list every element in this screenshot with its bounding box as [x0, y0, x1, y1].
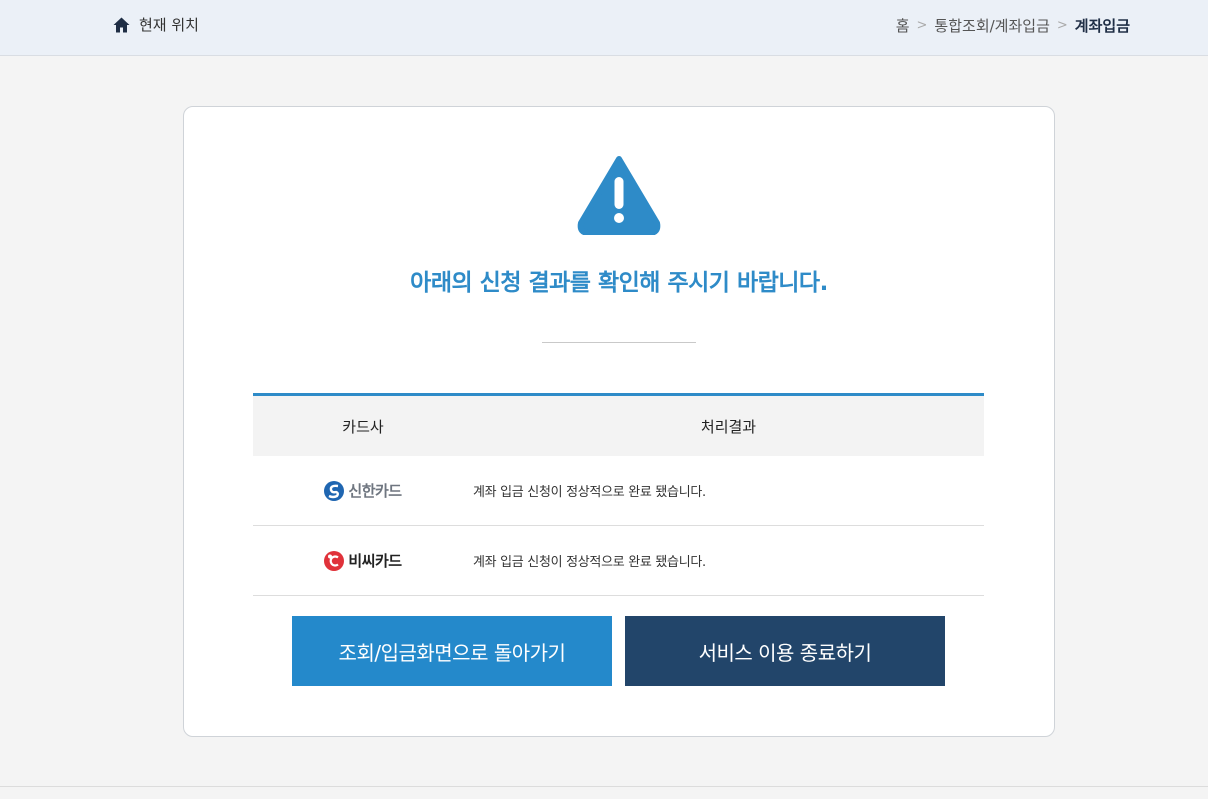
- footer-divider: [0, 786, 1208, 787]
- card-company-cell: 신한카드: [253, 480, 473, 501]
- shinhan-logo-icon: [324, 480, 345, 501]
- bc-card-logo: 비씨카드: [324, 550, 402, 571]
- column-header-card-company: 카드사: [342, 417, 384, 436]
- location-bar: 현재 위치 홈 > 통합조회/계좌입금 > 계좌입금: [0, 0, 1208, 56]
- bc-logo-icon: [324, 550, 345, 571]
- exit-service-button[interactable]: 서비스 이용 종료하기: [625, 616, 945, 686]
- divider: [542, 342, 696, 343]
- breadcrumb-home[interactable]: 홈: [896, 15, 910, 36]
- card-company-cell: 비씨카드: [253, 550, 473, 571]
- card-company-name: 신한카드: [348, 482, 402, 500]
- table-header: 카드사 처리결과: [253, 396, 984, 456]
- result-message: 아래의 신청 결과를 확인해 주시기 바랍니다.: [410, 270, 828, 296]
- breadcrumb-separator: >: [916, 18, 928, 33]
- breadcrumb-current: 계좌입금: [1074, 17, 1130, 35]
- current-location-label: 현재 위치: [139, 16, 199, 34]
- home-icon: [113, 17, 130, 32]
- breadcrumb-separator: >: [1056, 18, 1068, 33]
- warning-triangle-icon: [577, 155, 661, 235]
- result-cell: 계좌 입금 신청이 정상적으로 완료 됐습니다.: [473, 555, 706, 570]
- table-row: 신한카드 계좌 입금 신청이 정상적으로 완료 됐습니다.: [253, 456, 984, 526]
- result-table: 카드사 처리결과 신한카드 계좌 입금 신청이 정상적으로 완료 됐습니다. 비…: [253, 393, 984, 596]
- card-company-name: 비씨카드: [348, 552, 402, 570]
- column-header-result: 처리결과: [700, 417, 757, 436]
- shinhan-card-logo: 신한카드: [324, 480, 402, 501]
- current-location: 현재 위치: [113, 14, 199, 35]
- breadcrumb-parent[interactable]: 통합조회/계좌입금: [934, 15, 1049, 36]
- breadcrumb: 홈 > 통합조회/계좌입금 > 계좌입금: [896, 15, 1130, 36]
- result-cell: 계좌 입금 신청이 정상적으로 완료 됐습니다.: [473, 485, 706, 500]
- back-to-inquiry-button[interactable]: 조회/입금화면으로 돌아가기: [292, 616, 612, 686]
- table-row: 비씨카드 계좌 입금 신청이 정상적으로 완료 됐습니다.: [253, 526, 984, 596]
- result-panel: 아래의 신청 결과를 확인해 주시기 바랍니다. 카드사 처리결과 신한카드 계…: [183, 106, 1055, 737]
